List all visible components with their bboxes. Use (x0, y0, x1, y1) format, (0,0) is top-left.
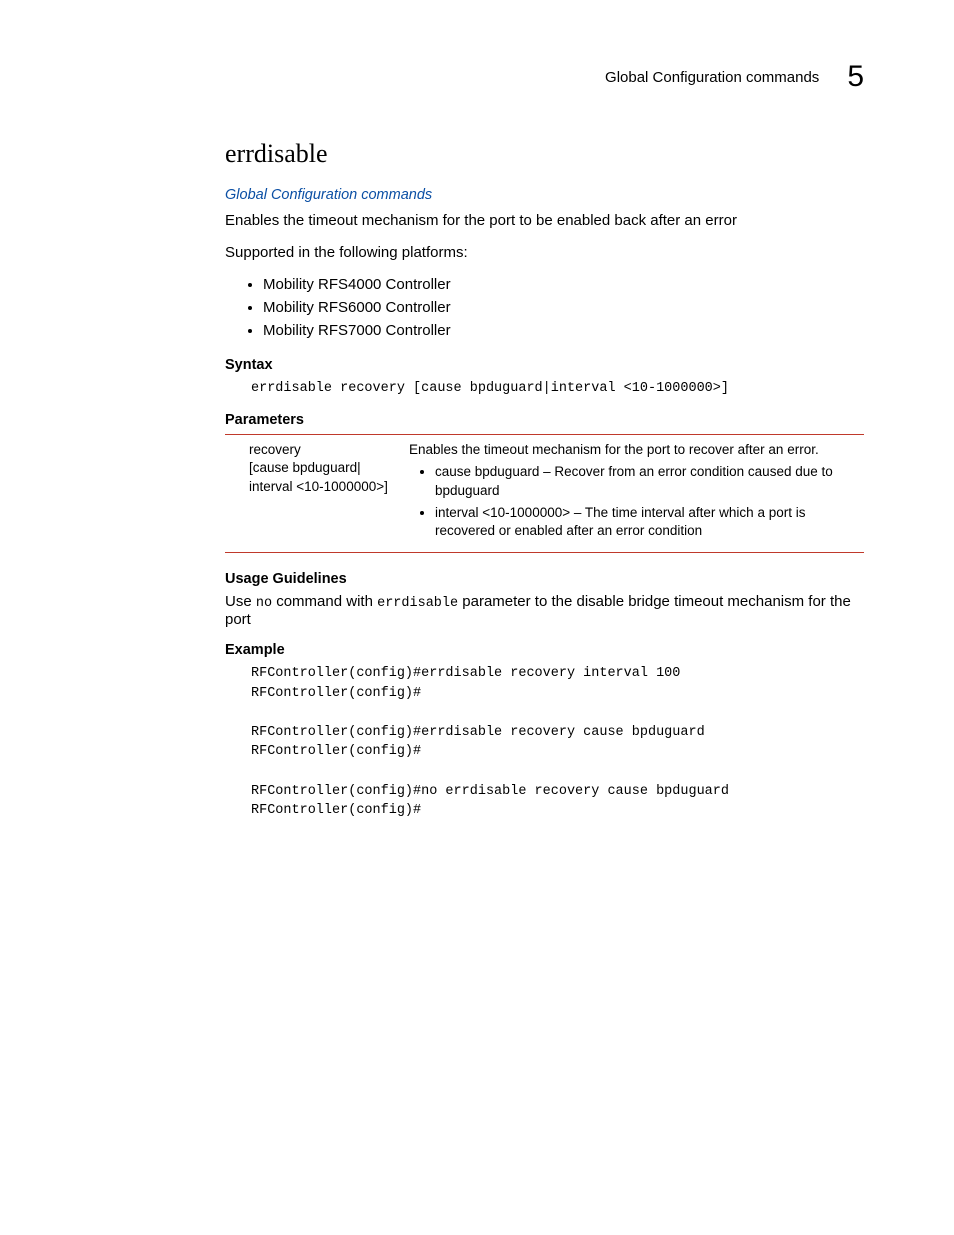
inline-code: no (256, 596, 272, 611)
param-bullet: cause bpduguard – Recover from an error … (435, 463, 844, 499)
param-line: [cause bpduguard| (249, 459, 399, 477)
breadcrumb-link[interactable]: Global Configuration commands (225, 187, 864, 203)
platform-list: Mobility RFS4000 Controller Mobility RFS… (225, 276, 864, 339)
page-container: Global Configuration commands 5 errdisab… (0, 0, 954, 821)
usage-paragraph: Use no command with errdisable parameter… (225, 593, 864, 628)
param-desc-cell: Enables the timeout mechanism for the po… (409, 441, 864, 544)
list-item: Mobility RFS4000 Controller (263, 276, 864, 293)
usage-text: Use (225, 593, 256, 610)
chapter-number: 5 (847, 60, 864, 94)
param-bullet: interval <10-1000000> – The time interva… (435, 504, 844, 540)
param-line: interval <10-1000000>] (249, 478, 399, 496)
parameters-heading: Parameters (225, 412, 864, 428)
header-title: Global Configuration commands (605, 69, 819, 86)
parameters-table: recovery [cause bpduguard| interval <10-… (225, 434, 864, 553)
example-heading: Example (225, 642, 864, 658)
command-title: errdisable (225, 139, 864, 169)
param-line: recovery (249, 441, 399, 459)
param-desc-intro: Enables the timeout mechanism for the po… (409, 441, 844, 459)
param-name-cell: recovery [cause bpduguard| interval <10-… (225, 441, 399, 544)
example-code: RFController(config)#errdisable recovery… (251, 664, 864, 821)
list-item: Mobility RFS7000 Controller (263, 322, 864, 339)
inline-code: errdisable (377, 596, 458, 611)
syntax-heading: Syntax (225, 357, 864, 373)
usage-text: command with (272, 593, 377, 610)
usage-heading: Usage Guidelines (225, 571, 864, 587)
intro-paragraph-1: Enables the timeout mechanism for the po… (225, 211, 864, 231)
syntax-code: errdisable recovery [cause bpduguard|int… (251, 379, 864, 399)
page-header: Global Configuration commands 5 (225, 60, 864, 94)
list-item: Mobility RFS6000 Controller (263, 299, 864, 316)
intro-paragraph-2: Supported in the following platforms: (225, 243, 864, 263)
